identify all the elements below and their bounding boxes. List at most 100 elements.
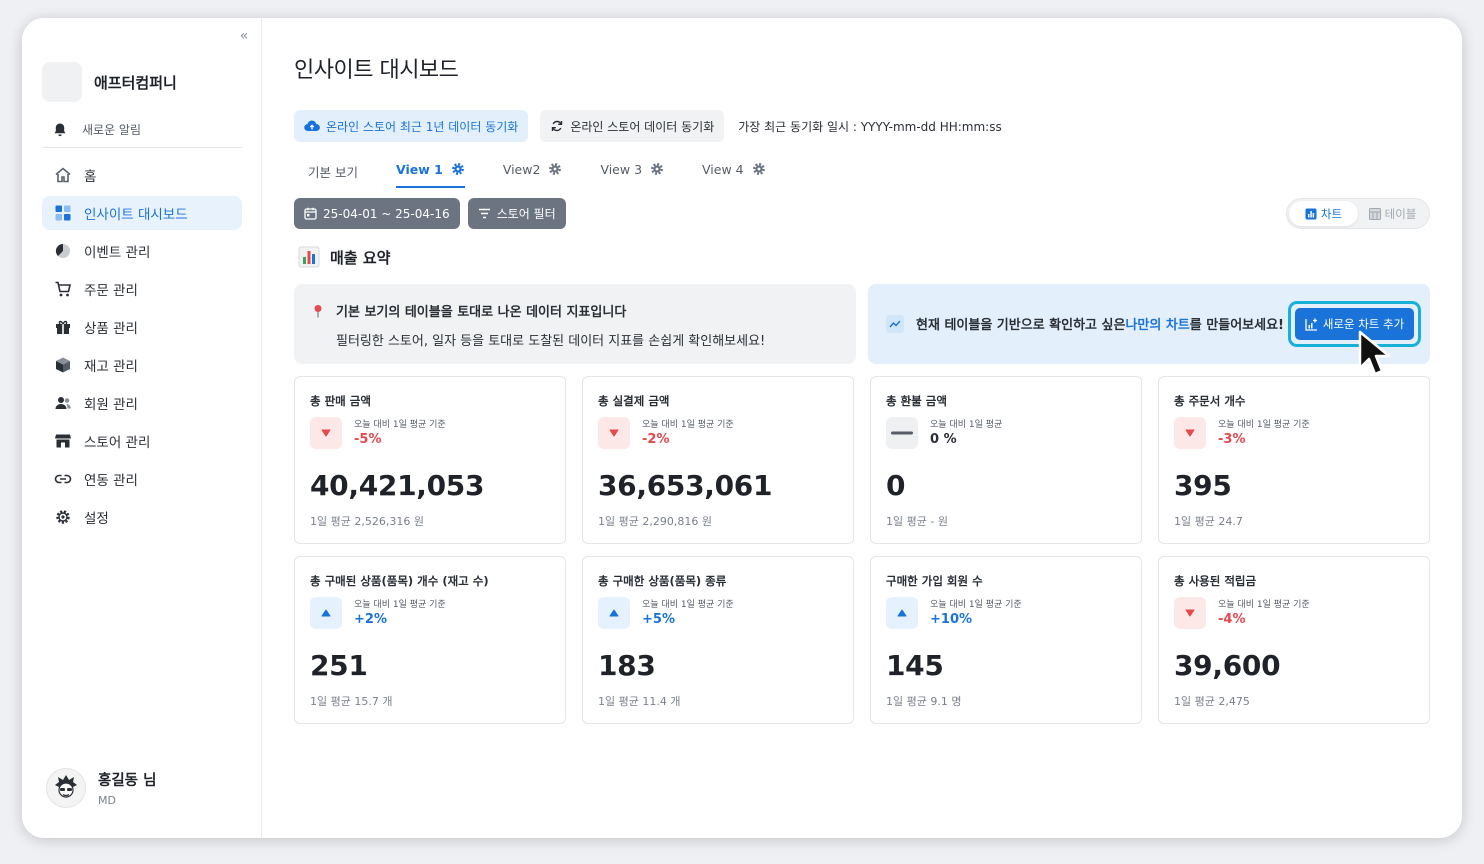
sidebar-item-events[interactable]: 이벤트 관리 [42, 234, 242, 268]
date-range-label: 25-04-01 ~ 25-04-16 [323, 206, 450, 221]
kpi-value: 395 [1174, 469, 1232, 502]
info-panel: 기본 보기의 테이블을 토대로 나온 데이터 지표입니다 필터링한 스토어, 일… [294, 284, 856, 364]
notification-link[interactable]: 새로운 알림 [52, 121, 141, 138]
sidebar-item-members[interactable]: 회원 관리 [42, 386, 242, 420]
kpi-compare-value: +10% [930, 612, 973, 627]
users-icon [54, 394, 72, 412]
sidebar-item-orders[interactable]: 주문 관리 [42, 272, 242, 306]
toggle-chart[interactable]: 차트 [1289, 201, 1358, 226]
bell-icon [54, 123, 66, 136]
sidebar-item-dashboard[interactable]: 인사이트 대시보드 [42, 196, 242, 230]
info-description: 필터링한 스토어, 일자 등을 토대로 도찰된 데이터 지표를 손쉽게 확인해보… [336, 334, 766, 349]
kpi-card[interactable]: 총 구매된 상품(품목) 개수 (재고 수) 오늘 대비 1일 평균 기준 +2%… [294, 556, 566, 724]
sidebar-item-label: 스토어 관리 [84, 435, 151, 451]
add-chart-button[interactable]: 새로운 차트 추가 [1295, 308, 1414, 340]
tab-view-2[interactable]: View2 [489, 158, 577, 188]
section-title: 매출 요약 [298, 246, 390, 268]
toggle-chart-label: 차트 [1320, 206, 1343, 221]
tab-basic-view[interactable]: 기본 보기 [294, 158, 372, 188]
user-profile[interactable]: 홍길동 님 MD [46, 768, 156, 808]
dashboard-icon [54, 204, 72, 222]
kpi-compare-value: -2% [642, 432, 670, 447]
kpi-card[interactable]: 총 실결제 금액 오늘 대비 1일 평균 기준 -2% 36,653,061 1일… [582, 376, 854, 544]
sidebar-item-integrations[interactable]: 연동 관리 [42, 462, 242, 496]
sidebar-item-store[interactable]: 스토어 관리 [42, 424, 242, 458]
kpi-value: 0 [886, 469, 906, 502]
trend-down-icon [1174, 597, 1206, 629]
user-name: 홍길동 님 [98, 773, 157, 789]
toggle-table-label: 테이블 [1384, 206, 1417, 221]
kpi-value: 39,600 [1174, 649, 1281, 682]
kpi-compare-label: 오늘 대비 1일 평균 기준 [642, 420, 734, 430]
tab-label: View2 [502, 162, 541, 177]
kpi-card[interactable]: 총 주문서 개수 오늘 대비 1일 평균 기준 -3% 395 1일 평균 24.… [1158, 376, 1430, 544]
kpi-card[interactable]: 총 환불 금액 오늘 대비 1일 평균 0 % 0 1일 평균 - 원 [870, 376, 1142, 544]
kpi-value: 183 [598, 649, 656, 682]
kpi-card[interactable]: 총 구매한 상품(품목) 종류 오늘 대비 1일 평균 기준 +5% 183 1일… [582, 556, 854, 724]
sidebar-item-home[interactable]: 홈 [42, 158, 242, 192]
tab-view-4[interactable]: View 4 [688, 158, 780, 188]
page-title: 인사이트 대시보드 [294, 58, 459, 83]
store-filter-label: 스토어 필터 [496, 207, 556, 221]
kpi-title: 구매한 가입 회원 수 [886, 574, 983, 588]
bar-chart-icon [1305, 208, 1317, 219]
sync-toolbar: 온라인 스토어 최근 1년 데이터 동기화 온라인 스토어 데이터 동기화 가장… [294, 110, 1002, 142]
trend-down-icon [1174, 417, 1206, 449]
kpi-title: 총 판매 금액 [310, 394, 371, 408]
add-chart-icon [1305, 318, 1317, 331]
kpi-compare-label: 오늘 대비 1일 평균 기준 [354, 600, 446, 610]
filter-icon [478, 208, 490, 219]
calendar-icon [304, 207, 317, 220]
custom-chart-promo: 현재 테이블을 기반으로 확인하고 싶은 나만의 차트 를 만들어보세요! 새로… [868, 284, 1430, 364]
kpi-title: 총 사용된 적립금 [1174, 574, 1257, 588]
info-title: 기본 보기의 테이블을 토대로 나온 데이터 지표입니다 [336, 305, 627, 320]
sync-year-label: 온라인 스토어 최근 1년 데이터 동기화 [326, 119, 519, 134]
kpi-compare-value: -4% [1218, 612, 1246, 627]
sidebar-item-label: 재고 관리 [84, 359, 138, 375]
app-window: « 애프터컴퍼니 새로운 알림 홈 인사이트 대시보드 이벤트 관리 주문 관리… [22, 18, 1462, 838]
kpi-compare-label: 오늘 대비 1일 평균 기준 [642, 600, 734, 610]
kpi-average: 1일 평균 2,290,816 원 [598, 515, 712, 528]
kpi-average: 1일 평균 15.7 개 [310, 695, 393, 708]
sync-year-button[interactable]: 온라인 스토어 최근 1년 데이터 동기화 [294, 110, 529, 142]
kpi-card[interactable]: 총 판매 금액 오늘 대비 1일 평균 기준 -5% 40,421,053 1일 … [294, 376, 566, 544]
main-content: 인사이트 대시보드 온라인 스토어 최근 1년 데이터 동기화 온라인 스토어 … [262, 18, 1462, 838]
kpi-title: 총 환불 금액 [886, 394, 947, 408]
tab-settings-gear-icon[interactable] [451, 162, 465, 176]
sidebar-item-label: 회원 관리 [84, 397, 138, 413]
link-icon [54, 470, 72, 488]
kpi-compare-label: 오늘 대비 1일 평균 기준 [1218, 420, 1310, 430]
sync-button[interactable]: 온라인 스토어 데이터 동기화 [540, 110, 725, 142]
tab-view-3[interactable]: View 3 [586, 158, 678, 188]
section-title-label: 매출 요약 [330, 248, 391, 267]
bar-chart-emoji-icon [298, 246, 320, 268]
tab-label: View 4 [702, 162, 744, 177]
trend-flat-icon [886, 417, 918, 449]
collapse-sidebar-icon[interactable]: « [236, 28, 252, 44]
sidebar-item-products[interactable]: 상품 관리 [42, 310, 242, 344]
notification-label: 새로운 알림 [82, 123, 142, 137]
kpi-card[interactable]: 구매한 가입 회원 수 오늘 대비 1일 평균 기준 +10% 145 1일 평균… [870, 556, 1142, 724]
view-tabs: 기본 보기 View 1 View2 View 3 View 4 [294, 158, 790, 188]
store-filter-button[interactable]: 스토어 필터 [467, 198, 566, 229]
sync-label: 온라인 스토어 데이터 동기화 [570, 119, 715, 134]
sidebar-item-inventory[interactable]: 재고 관리 [42, 348, 242, 382]
sidebar-item-settings[interactable]: 설정 [42, 500, 242, 534]
user-role: MD [98, 794, 116, 807]
kpi-title: 총 주문서 개수 [1174, 394, 1246, 408]
sidebar-item-label: 인사이트 대시보드 [84, 207, 188, 223]
kpi-average: 1일 평균 - 원 [886, 515, 948, 528]
date-range-picker[interactable]: 25-04-01 ~ 25-04-16 [294, 198, 460, 229]
toggle-table[interactable]: 테이블 [1358, 201, 1427, 226]
kpi-compare-label: 오늘 대비 1일 평균 [930, 420, 1003, 430]
tab-settings-gear-icon[interactable] [548, 162, 562, 176]
kpi-card[interactable]: 총 사용된 적립금 오늘 대비 1일 평균 기준 -4% 39,600 1일 평균… [1158, 556, 1430, 724]
kpi-average: 1일 평균 24.7 [1174, 515, 1243, 528]
mouse-cursor-icon [1358, 330, 1391, 376]
tab-settings-gear-icon[interactable] [752, 162, 766, 176]
tab-settings-gear-icon[interactable] [650, 162, 664, 176]
trend-down-icon [310, 417, 342, 449]
trend-up-icon [310, 597, 342, 629]
tab-view-1[interactable]: View 1 [382, 158, 479, 188]
store-icon [54, 432, 72, 450]
